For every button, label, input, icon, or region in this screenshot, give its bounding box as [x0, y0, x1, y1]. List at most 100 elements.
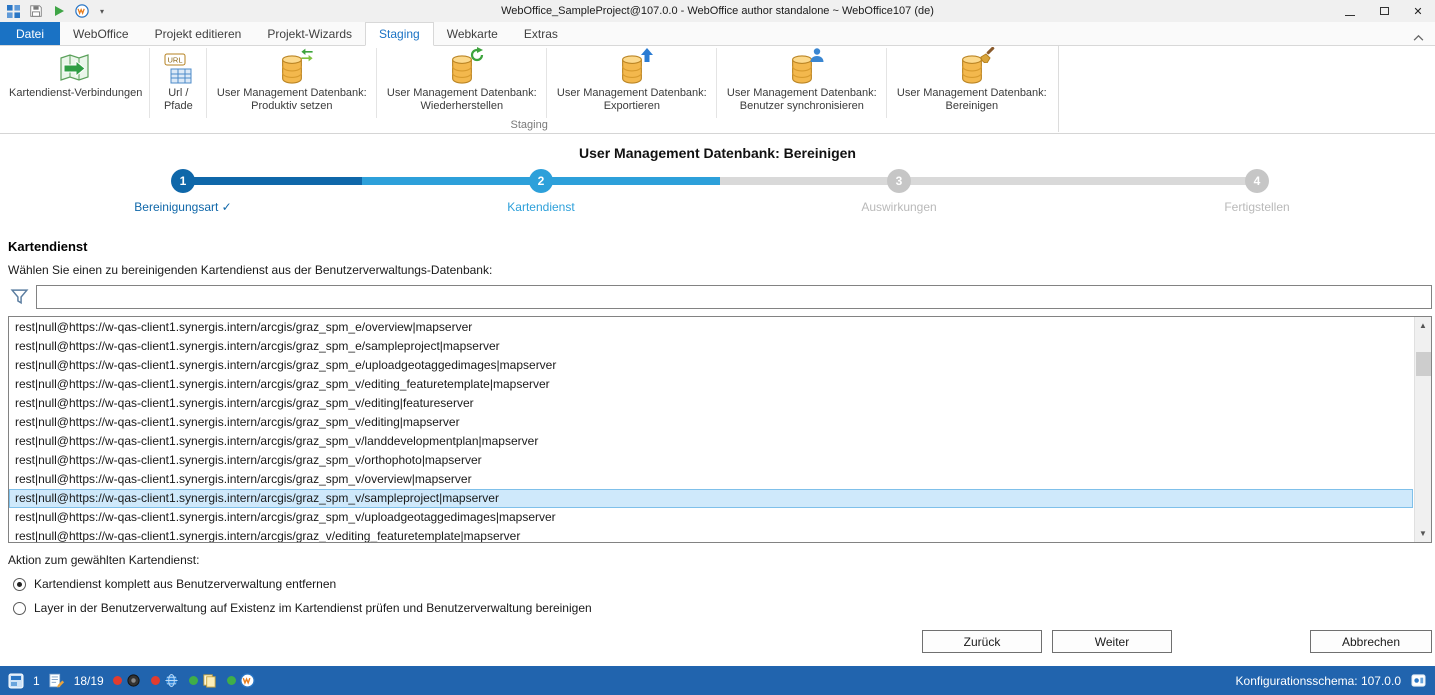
- list-item[interactable]: rest|null@https://w-qas-client1.synergis…: [9, 318, 1413, 337]
- app-window: ▾ WebOffice_SampleProject@107.0.0 - WebO…: [0, 0, 1435, 695]
- status-icon-copy[interactable]: [202, 673, 218, 689]
- status-icon-settings[interactable]: [1411, 673, 1427, 689]
- ribbon-button-kartendienst-verbindungen[interactable]: Kartendienst-Verbindungen: [2, 46, 149, 100]
- ribbon-button-label: Url / Pfade: [157, 87, 199, 113]
- window-title: WebOffice_SampleProject@107.0.0 - WebOff…: [0, 0, 1435, 22]
- list-item[interactable]: rest|null@https://w-qas-client1.synergis…: [9, 413, 1413, 432]
- list-scrollbar[interactable]: ▲ ▼: [1414, 317, 1431, 542]
- tab-projekt-editieren[interactable]: Projekt editieren: [142, 22, 255, 45]
- wizard-step-3-label: Auswirkungen: [749, 200, 1049, 214]
- ribbon-button-umdb-benutzer-synchronisieren[interactable]: User Management Datenbank: Benutzer sync…: [717, 46, 886, 113]
- tab-projekt-wizards[interactable]: Projekt-Wizards: [254, 22, 365, 45]
- ribbon-tab-bar: Datei WebOffice Projekt editieren Projek…: [0, 22, 1435, 46]
- close-button[interactable]: ✕: [1401, 0, 1435, 22]
- section-heading: Kartendienst: [8, 239, 1435, 254]
- list-item[interactable]: rest|null@https://w-qas-client1.synergis…: [9, 508, 1413, 527]
- statusbar: 1 18/19: [0, 666, 1435, 695]
- status-icon-services[interactable]: [49, 673, 65, 689]
- quick-access-toolbar: ▾: [5, 3, 107, 19]
- radio-selected-icon[interactable]: [13, 578, 26, 591]
- scrollbar-thumb[interactable]: [1416, 352, 1431, 376]
- ribbon-button-umdb-exportieren[interactable]: User Management Datenbank: Exportieren: [547, 46, 716, 113]
- wizard-page-kartendienst: Kartendienst Wählen Sie einen zu bereini…: [0, 229, 1435, 615]
- status-count-1: 1: [33, 674, 40, 688]
- back-button[interactable]: Zurück: [922, 630, 1042, 653]
- minimize-button[interactable]: [1333, 0, 1367, 22]
- ribbon-button-label: User Management Datenbank: Exportieren: [554, 87, 709, 113]
- list-item-selected[interactable]: rest|null@https://w-qas-client1.synergis…: [9, 489, 1413, 508]
- ribbon-button-label: User Management Datenbank: Benutzer sync…: [724, 87, 879, 113]
- tab-datei[interactable]: Datei: [0, 22, 60, 45]
- wizard-step-4-circle: 4: [1245, 169, 1269, 193]
- app-icon: [5, 3, 21, 19]
- ribbon-button-umdb-bereinigen[interactable]: User Management Datenbank: Bereinigen: [887, 46, 1056, 113]
- status-icon-datastore[interactable]: [126, 673, 142, 689]
- maximize-button[interactable]: [1367, 0, 1401, 22]
- filter-row: [10, 285, 1432, 309]
- ribbon-button-label: User Management Datenbank: Produktiv set…: [214, 87, 369, 113]
- list-item[interactable]: rest|null@https://w-qas-client1.synergis…: [9, 375, 1413, 394]
- ribbon-button-umdb-produktiv-setzen[interactable]: User Management Datenbank: Produktiv set…: [207, 46, 376, 113]
- list-item[interactable]: rest|null@https://w-qas-client1.synergis…: [9, 394, 1413, 413]
- ribbon-button-label: Kartendienst-Verbindungen: [9, 87, 142, 100]
- restore-arrow-badge: [469, 47, 485, 63]
- radio-unselected-icon[interactable]: [13, 602, 26, 615]
- titlebar: ▾ WebOffice_SampleProject@107.0.0 - WebO…: [0, 0, 1435, 22]
- ribbon-button-url-pfade[interactable]: URL Url / Pfade: [150, 46, 206, 113]
- wizard-step-1-label: Bereinigungsart ✓: [33, 200, 333, 214]
- filter-input[interactable]: [36, 285, 1432, 309]
- list-item[interactable]: rest|null@https://w-qas-client1.synergis…: [9, 432, 1413, 451]
- status-icon-globe[interactable]: [164, 673, 180, 689]
- list-item[interactable]: rest|null@https://w-qas-client1.synergis…: [9, 470, 1413, 489]
- status-icon-weboffice[interactable]: [240, 673, 256, 689]
- database-clean-icon: [952, 50, 992, 87]
- action-heading: Aktion zum gewählten Kartendienst:: [8, 553, 1435, 567]
- wizard-step-3-circle: 3: [887, 169, 911, 193]
- status-icon-project[interactable]: [8, 673, 24, 689]
- scroll-up-icon[interactable]: ▲: [1415, 317, 1431, 334]
- save-icon[interactable]: [28, 3, 44, 19]
- ribbon-button-label: User Management Datenbank: Wiederherstel…: [384, 87, 539, 113]
- collapse-ribbon-icon[interactable]: [1413, 29, 1425, 39]
- configuration-schema-label: Konfigurationsschema: 107.0.0: [1236, 674, 1401, 688]
- wizard-step-2-circle: 2: [529, 169, 553, 193]
- tab-weboffice[interactable]: WebOffice: [60, 22, 142, 45]
- radio-option-remove-service[interactable]: Kartendienst komplett aus Benutzerverwal…: [13, 577, 1435, 591]
- status-dot-red-icon: [151, 676, 160, 685]
- next-button[interactable]: Weiter: [1052, 630, 1172, 653]
- map-connections-icon: [56, 50, 96, 87]
- kartendienst-listbox[interactable]: rest|null@https://w-qas-client1.synergis…: [8, 316, 1432, 543]
- scroll-down-icon[interactable]: ▼: [1415, 525, 1431, 542]
- list-item[interactable]: rest|null@https://w-qas-client1.synergis…: [9, 356, 1413, 375]
- radio-label: Layer in der Benutzerverwaltung auf Exis…: [34, 601, 592, 615]
- cancel-button[interactable]: Abbrechen: [1310, 630, 1432, 653]
- url-paths-icon: URL: [158, 50, 198, 87]
- list-item[interactable]: rest|null@https://w-qas-client1.synergis…: [9, 527, 1413, 543]
- ribbon-button-umdb-wiederherstellen[interactable]: User Management Datenbank: Wiederherstel…: [377, 46, 546, 113]
- wizard-step-2-label: Kartendienst: [391, 200, 691, 214]
- tab-webkarte[interactable]: Webkarte: [434, 22, 511, 45]
- ribbon-group-label: Staging: [2, 118, 1056, 133]
- list-item[interactable]: rest|null@https://w-qas-client1.synergis…: [9, 451, 1413, 470]
- wizard-step-1-circle: 1: [171, 169, 195, 193]
- run-project-icon[interactable]: [51, 3, 67, 19]
- weboffice-logo-icon[interactable]: [74, 3, 90, 19]
- tab-extras[interactable]: Extras: [511, 22, 571, 45]
- ribbon-staging: Kartendienst-Verbindungen URL Url / Pfad…: [0, 46, 1435, 134]
- ribbon-group-separator: [1058, 46, 1059, 132]
- status-indicator-2: [151, 673, 180, 689]
- window-controls: ✕: [1333, 0, 1435, 22]
- qat-dropdown-icon[interactable]: ▾: [97, 3, 107, 19]
- status-indicator-3: [189, 673, 218, 689]
- step-bar-current: [362, 177, 541, 185]
- list-item[interactable]: rest|null@https://w-qas-client1.synergis…: [9, 337, 1413, 356]
- sync-arrows-badge: [299, 47, 315, 63]
- status-indicator-1: [113, 673, 142, 689]
- radio-label: Kartendienst komplett aus Benutzerverwal…: [34, 577, 336, 591]
- step-bar-done: [183, 177, 362, 185]
- radio-option-check-layers[interactable]: Layer in der Benutzerverwaltung auf Exis…: [13, 601, 1435, 615]
- tab-staging[interactable]: Staging: [365, 22, 434, 46]
- step-bar-pending: [899, 177, 1078, 185]
- ribbon-group-staging: Kartendienst-Verbindungen URL Url / Pfad…: [2, 46, 1056, 133]
- instruction-text: Wählen Sie einen zu bereinigenden Karten…: [8, 263, 1435, 277]
